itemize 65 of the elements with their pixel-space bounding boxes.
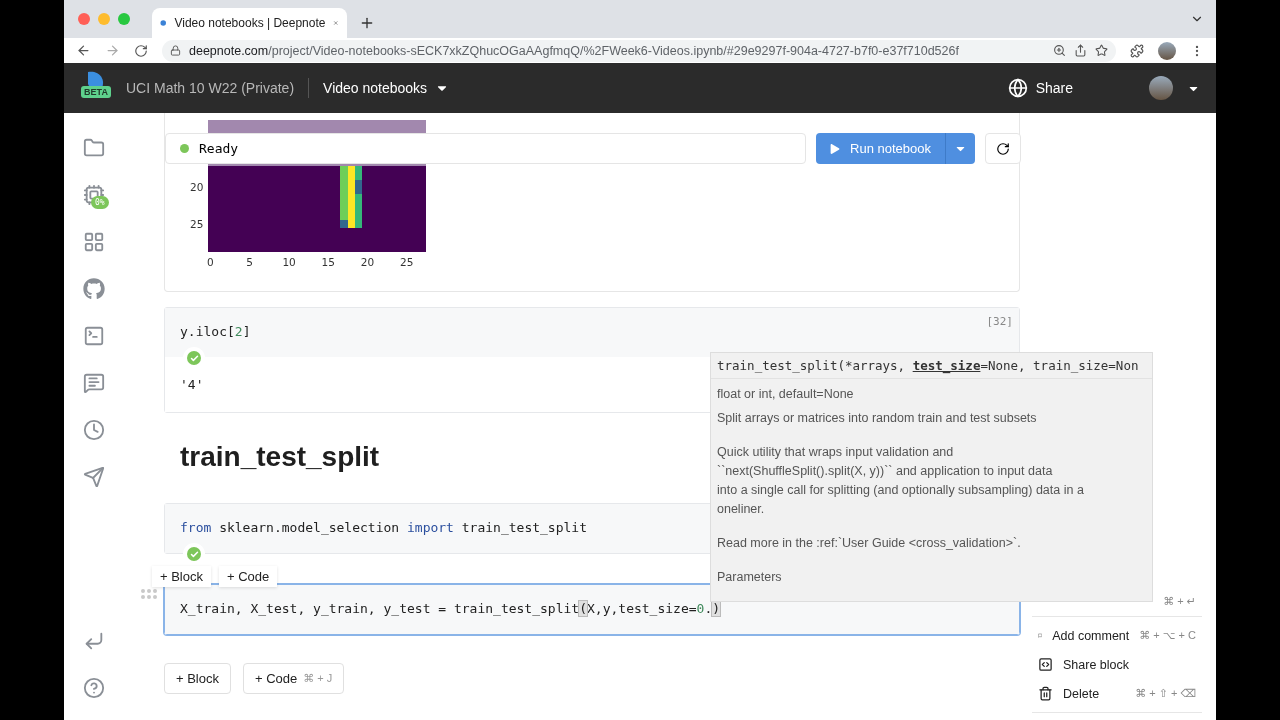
status-text: Ready xyxy=(199,141,239,156)
zoom-icon[interactable] xyxy=(1053,44,1066,57)
maximize-window-icon[interactable] xyxy=(118,13,130,25)
clock-icon[interactable] xyxy=(83,419,105,441)
globe-icon xyxy=(1007,78,1028,98)
doc-paragraph: float or int, default=None xyxy=(716,386,855,403)
share-page-icon[interactable] xyxy=(1074,44,1087,57)
insert-block-button[interactable]: + Block xyxy=(152,566,211,587)
axis-tick-label: 15 xyxy=(321,256,335,268)
success-icon xyxy=(187,547,201,561)
comments-icon[interactable] xyxy=(83,372,105,394)
project-menu[interactable]: Video notebooks xyxy=(323,80,450,96)
profile-avatar[interactable] xyxy=(1158,41,1176,60)
url-text: deepnote.com/project/Video-notebooks-sECK7xkZQhucOGaAAgfmqQ/%2FWeek6-Videos.ipynb/#29e9297f-904a-4727-b7f0-e37f710d526f xyxy=(189,43,959,58)
doc-paragraph: Split arrays or matrices into random train and test subsets xyxy=(716,410,1038,427)
share-button[interactable]: Share xyxy=(1001,77,1079,99)
add-block-button[interactable]: + Block xyxy=(164,663,231,694)
trash-icon xyxy=(1038,686,1053,701)
folder-icon[interactable] xyxy=(83,137,105,159)
axis-tick-label: 0 xyxy=(207,256,214,268)
usage-badge: 0% xyxy=(91,196,109,209)
close-window-icon[interactable] xyxy=(78,13,90,25)
lock-icon xyxy=(170,45,181,56)
success-icon xyxy=(187,351,201,365)
back-icon[interactable] xyxy=(76,43,91,58)
grid-icon[interactable] xyxy=(83,231,105,253)
axis-tick-label: 20 xyxy=(360,256,375,268)
new-tab-icon[interactable] xyxy=(359,15,375,31)
execution-count: [32] xyxy=(986,315,1013,328)
drag-handle-icon[interactable] xyxy=(141,589,157,599)
function-signature: train_test_split(*arrays, test_size=None, train_size=Non xyxy=(711,353,1152,379)
section-heading: train_test_split xyxy=(180,441,380,474)
menu-item[interactable]: Add comment ⌘ + ⌥ + C xyxy=(1032,621,1202,650)
beta-badge: BETA xyxy=(81,86,111,98)
doc-paragraph: Parameters xyxy=(716,569,783,586)
code-editor[interactable]: y.iloc[2] [32] xyxy=(165,308,1019,357)
restart-button[interactable] xyxy=(985,133,1021,164)
forward-icon[interactable] xyxy=(105,43,120,58)
address-bar[interactable]: deepnote.com/project/Video-notebooks-sECK7xkZQhucOGaAAgfmqQ/%2FWeek6-Videos.ipynb/#29e9297f-904a-4727-b7f0-e37f710d526f xyxy=(162,39,1116,62)
axis-tick-label: 25 xyxy=(400,256,414,268)
doc-paragraph: Read more in the :ref:`User Guide <cross_validation>`. xyxy=(716,535,1022,552)
workspace-name: UCI Math 10 W22 (Private) xyxy=(126,80,295,96)
axis-tick-label: 25 xyxy=(190,218,204,230)
browser-tab[interactable]: Video notebooks | Deepnote xyxy=(152,8,347,38)
play-icon xyxy=(830,143,841,154)
bookmark-icon[interactable] xyxy=(1095,44,1108,57)
extensions-icon[interactable] xyxy=(1130,43,1144,58)
insert-block-button[interactable]: + Code xyxy=(219,566,278,587)
return-icon[interactable] xyxy=(83,630,105,652)
add-block-button[interactable]: + Code ⌘ + J xyxy=(243,663,345,694)
status-dot xyxy=(180,144,189,153)
terminal-icon[interactable] xyxy=(83,325,105,347)
user-avatar[interactable] xyxy=(1149,76,1173,100)
code-icon xyxy=(1038,657,1053,672)
menu-item[interactable]: Delete ⌘ + ⇧ + ⌫ xyxy=(1032,679,1202,708)
github-icon[interactable] xyxy=(83,278,105,300)
axis-tick-label: 20 xyxy=(190,181,204,193)
help-icon[interactable] xyxy=(83,677,105,699)
axis-tick-label: 5 xyxy=(246,256,253,268)
axis-tick-label: 10 xyxy=(282,256,296,268)
menu-item[interactable]: Share block xyxy=(1032,650,1202,679)
tab-title: Video notebooks | Deepnote xyxy=(174,16,326,30)
send-icon[interactable] xyxy=(83,466,105,488)
restart-icon xyxy=(996,141,1010,156)
reload-icon[interactable] xyxy=(134,43,148,58)
